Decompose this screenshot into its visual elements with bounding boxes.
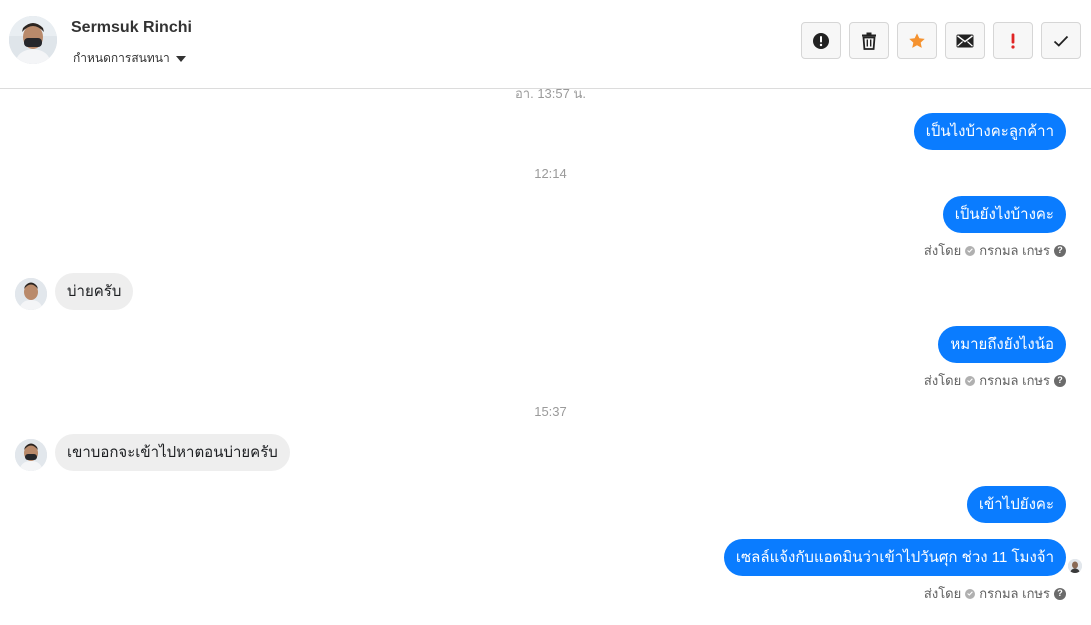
check-circle-icon	[965, 588, 976, 599]
sent-by-prefix: ส่งโดย	[923, 373, 962, 388]
message-thread[interactable]: อา. 13:57 น. เป็นไงบ้างคะลูกค้าา 12:14 เ…	[0, 89, 1091, 625]
sent-by-info: ส่งโดย กรกมล เกษร ?	[924, 370, 1066, 391]
contact-avatar-small	[15, 278, 47, 310]
timestamp-divider: 15:37	[534, 404, 567, 419]
contact-avatar-small	[15, 439, 47, 471]
important-button[interactable]	[993, 22, 1033, 59]
conversation-toolbar	[801, 22, 1081, 59]
conversation-header: Sermsuk Rinchi กำหนดการสนทนา	[0, 0, 1091, 89]
check-icon	[1053, 35, 1069, 47]
sent-by-name: กรกมล เกษร	[979, 373, 1050, 388]
alert-circle-icon	[813, 32, 829, 49]
message-outgoing[interactable]: เป็นยังไงบ้างคะ	[942, 196, 1066, 233]
trash-icon	[862, 32, 876, 50]
sent-by-info: ส่งโดย กรกมล เกษร ?	[924, 583, 1066, 604]
star-icon	[909, 32, 925, 48]
sent-by-prefix: ส่งโดย	[923, 586, 962, 601]
timestamp-divider: อา. 13:57 น.	[515, 89, 586, 101]
exclamation-icon	[1011, 33, 1015, 49]
help-icon[interactable]: ?	[1054, 587, 1066, 600]
star-button[interactable]	[897, 22, 937, 59]
assign-label: กำหนดการสนทนา	[73, 51, 170, 65]
sent-by-info: ส่งโดย กรกมล เกษร ?	[924, 240, 1066, 261]
message-outgoing[interactable]: หมายถึงยังไงน้อ	[938, 326, 1066, 363]
sent-by-name: กรกมล เกษร	[979, 586, 1050, 601]
envelope-icon	[956, 34, 974, 47]
seen-avatar	[1068, 559, 1082, 573]
timestamp-divider: 12:14	[534, 166, 567, 181]
message-outgoing[interactable]: เซลล์แจ้งกับแอดมินว่าเข้าไปวันศุก ช่วง 1…	[723, 539, 1066, 576]
done-button[interactable]	[1041, 22, 1081, 59]
message-incoming[interactable]: เขาบอกจะเข้าไปหาตอนบ่ายครับ	[55, 434, 290, 471]
message-outgoing[interactable]: เป็นไงบ้างคะลูกค้าา	[913, 113, 1066, 150]
check-circle-icon	[965, 245, 976, 256]
message-outgoing[interactable]: เข้าไปยังคะ	[966, 486, 1066, 523]
sent-by-name: กรกมล เกษร	[979, 243, 1050, 258]
help-icon[interactable]: ?	[1054, 244, 1066, 257]
delete-button[interactable]	[849, 22, 889, 59]
spam-button[interactable]	[801, 22, 841, 59]
sent-by-prefix: ส่งโดย	[923, 243, 962, 258]
assign-conversation-dropdown[interactable]: กำหนดการสนทนา	[73, 49, 186, 68]
help-icon[interactable]: ?	[1054, 374, 1066, 387]
contact-name: Sermsuk Rinchi	[71, 19, 192, 36]
check-circle-icon	[965, 375, 976, 386]
contact-avatar[interactable]	[9, 16, 57, 64]
mark-unread-button[interactable]	[945, 22, 985, 59]
caret-down-icon	[175, 55, 186, 62]
message-incoming[interactable]: บ่ายครับ	[55, 273, 134, 310]
